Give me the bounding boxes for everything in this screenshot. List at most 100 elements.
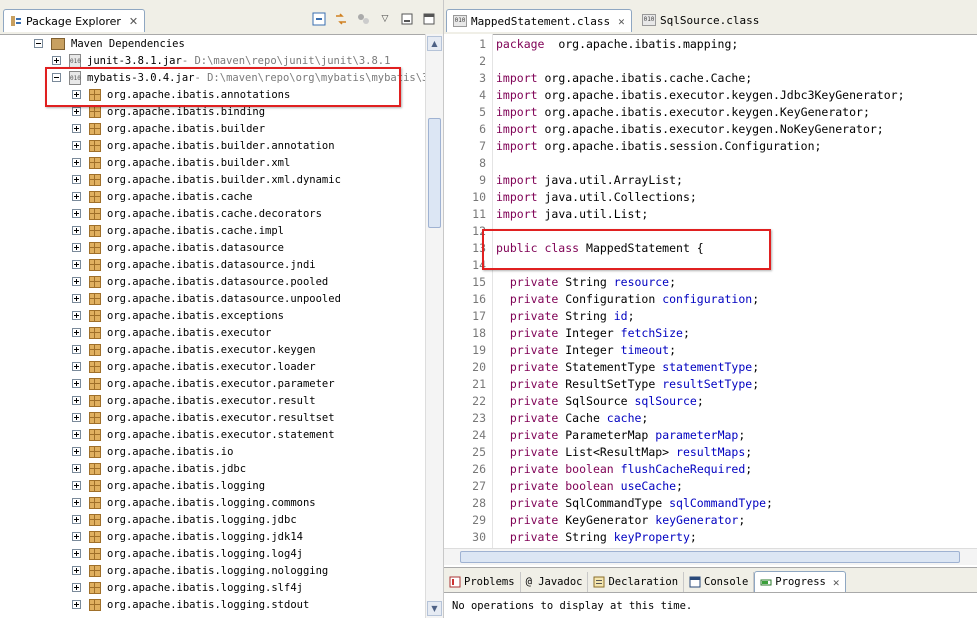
tree-item[interactable]: org.apache.ibatis.builder [72,120,265,137]
expand-icon[interactable] [72,192,81,201]
code-keyword: private [509,496,559,510]
expand-icon[interactable] [72,243,81,252]
collapse-all-icon[interactable] [311,11,327,27]
expand-icon[interactable] [72,447,81,456]
tab-sqlsource-class[interactable]: 010 SqlSource.class [636,9,765,31]
tree-item[interactable]: org.apache.ibatis.executor.resultset [72,409,335,426]
expand-icon[interactable] [72,124,81,133]
minimize-icon[interactable] [399,11,415,27]
expand-icon[interactable] [72,277,81,286]
tree-item[interactable]: org.apache.ibatis.logging.jdk14 [72,528,303,545]
tree-item[interactable]: org.apache.ibatis.builder.annotation [72,137,335,154]
tree-item-label: org.apache.ibatis.logging.jdbc [107,513,297,526]
close-icon[interactable]: ✕ [129,15,138,28]
tree-item[interactable]: org.apache.ibatis.logging.commons [72,494,316,511]
tree-item[interactable]: org.apache.ibatis.executor.statement [72,426,335,443]
expand-icon[interactable] [72,464,81,473]
expand-icon[interactable] [72,141,81,150]
expand-icon[interactable] [72,294,81,303]
tree-item[interactable]: org.apache.ibatis.datasource [72,239,284,256]
collapse-icon[interactable] [34,39,43,48]
tree-item[interactable]: org.apache.ibatis.datasource.jndi [72,256,316,273]
expand-icon[interactable] [72,583,81,592]
tree-item[interactable]: org.apache.ibatis.builder.xml.dynamic [72,171,341,188]
tree-item[interactable]: org.apache.ibatis.executor.result [72,392,316,409]
expand-icon[interactable] [72,532,81,541]
code-editor[interactable]: package org.apache.ibatis.mapping; import… [494,34,977,548]
expand-icon[interactable] [72,226,81,235]
expand-icon[interactable] [72,515,81,524]
expand-icon[interactable] [72,430,81,439]
tree-item[interactable]: org.apache.ibatis.io [72,443,233,460]
vertical-scrollbar[interactable]: ▲ ▼ [425,34,443,618]
expand-icon[interactable] [72,379,81,388]
tree-item[interactable]: org.apache.ibatis.cache.decorators [72,205,322,222]
scroll-down-icon[interactable]: ▼ [427,601,442,616]
expand-icon[interactable] [72,328,81,337]
tree-item-label: org.apache.ibatis.logging.jdk14 [107,530,303,543]
close-icon[interactable]: ✕ [618,15,625,28]
tree-item[interactable]: org.apache.ibatis.logging.slf4j [72,579,303,596]
tree-item[interactable]: org.apache.ibatis.exceptions [72,307,284,324]
code-keyword: import [496,207,538,221]
expand-icon[interactable] [72,549,81,558]
tab-problems[interactable]: Problems [444,572,521,592]
tree-item[interactable]: org.apache.ibatis.executor.parameter [72,375,335,392]
tree-item[interactable]: org.apache.ibatis.cache [72,188,252,205]
code-line: private StatementType statementType; [496,360,759,374]
code-text: ; [676,479,683,493]
tab-javadoc[interactable]: @ Javadoc [521,572,589,592]
tree-item[interactable]: org.apache.ibatis.executor.keygen [72,341,316,358]
tree-item[interactable]: org.apache.ibatis.logging.log4j [72,545,303,562]
expand-icon[interactable] [72,311,81,320]
expand-icon[interactable] [72,260,81,269]
expand-icon[interactable] [72,107,81,116]
code-keyword: private [509,445,559,459]
tab-console[interactable]: Console [684,572,755,592]
tree-item[interactable]: org.apache.ibatis.cache.impl [72,222,284,239]
expand-icon[interactable] [72,566,81,575]
tree-item[interactable]: org.apache.ibatis.jdbc [72,460,246,477]
code-line: package org.apache.ibatis.mapping; [496,37,738,51]
expand-icon[interactable] [72,498,81,507]
expand-icon[interactable] [72,600,81,609]
tree-item[interactable]: org.apache.ibatis.executor [72,324,271,341]
code-text: Configuration [558,292,663,306]
link-with-editor-icon[interactable] [333,11,349,27]
scroll-thumb[interactable] [460,551,960,563]
tree-item[interactable]: org.apache.ibatis.logging.nologging [72,562,328,579]
expand-icon[interactable] [72,396,81,405]
expand-icon[interactable] [72,481,81,490]
tab-declaration[interactable]: Declaration [588,572,685,592]
tree-item[interactable]: org.apache.ibatis.datasource.pooled [72,273,328,290]
tree-item[interactable]: Maven Dependencies [34,35,185,52]
scroll-up-icon[interactable]: ▲ [427,36,442,51]
tab-mappedstatement-class[interactable]: 010 MappedStatement.class ✕ [446,9,632,32]
close-icon[interactable]: ✕ [833,576,840,589]
tree-item-label: org.apache.ibatis.datasource.jndi [107,258,316,271]
maximize-icon[interactable] [421,11,437,27]
code-text: ; [738,428,746,442]
tree-item[interactable]: org.apache.ibatis.builder.xml [72,154,290,171]
tree-item[interactable]: org.apache.ibatis.logging.jdbc [72,511,297,528]
expand-icon[interactable] [72,175,81,184]
editor-area: 010 MappedStatement.class ✕ 010 SqlSourc… [444,0,977,567]
tree-item[interactable]: org.apache.ibatis.logging.stdout [72,596,309,613]
horizontal-scrollbar[interactable] [444,548,977,565]
expand-icon[interactable] [72,345,81,354]
focus-icon[interactable] [355,11,371,27]
expand-icon[interactable] [52,56,61,65]
tree-item[interactable]: org.apache.ibatis.logging [72,477,265,494]
line-number: 5 [479,105,486,119]
expand-icon[interactable] [72,362,81,371]
scroll-thumb[interactable] [428,118,441,228]
expand-icon[interactable] [72,413,81,422]
expand-icon[interactable] [72,158,81,167]
code-keyword: private [509,309,559,323]
tree-item[interactable]: org.apache.ibatis.executor.loader [72,358,316,375]
view-menu-icon[interactable]: ▽ [377,11,393,27]
tab-package-explorer[interactable]: Package Explorer ✕ [3,9,146,32]
tab-progress[interactable]: Progress ✕ [754,571,846,592]
tree-item[interactable]: org.apache.ibatis.datasource.unpooled [72,290,341,307]
expand-icon[interactable] [72,209,81,218]
